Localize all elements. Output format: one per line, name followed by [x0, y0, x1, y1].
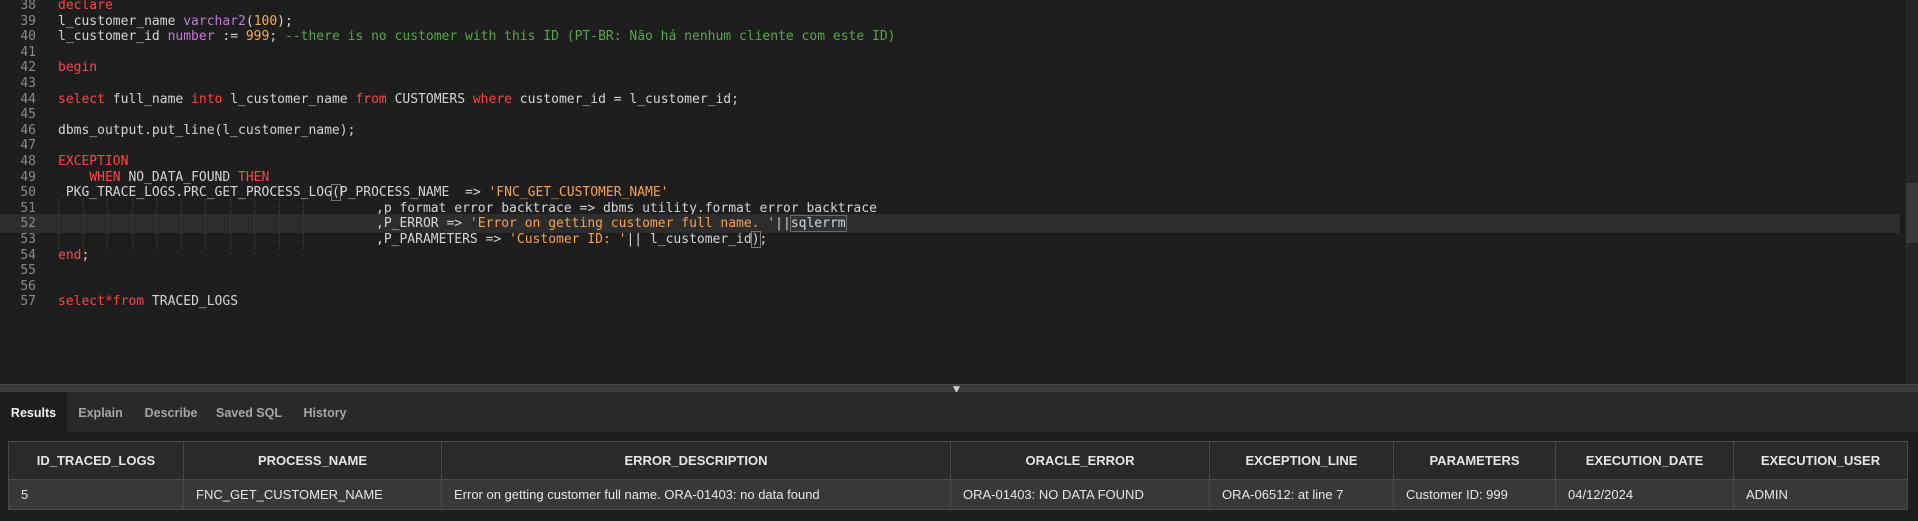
code-token: select — [58, 294, 105, 310]
code-token: * — [104, 294, 113, 310]
code-text: select*from TRACED_LOGS — [58, 292, 238, 311]
editor-scrollbar-thumb[interactable] — [1906, 183, 1918, 243]
code-editor[interactable]: 38 declare 39 l_customer_name varchar2(100)… — [0, 0, 1918, 384]
column-header[interactable]: PROCESS_NAME — [183, 441, 442, 480]
tab-saved-sql[interactable]: Saved SQL — [208, 392, 290, 432]
column-header[interactable]: ID_TRACED_LOGS — [8, 441, 184, 480]
table-cell[interactable]: FNC_GET_CUSTOMER_NAME — [183, 479, 442, 510]
code-line-57[interactable]: 57 select*from TRACED_LOGS — [0, 292, 1900, 311]
results-grid: ID_TRACED_LOGS PROCESS_NAME ERROR_DESCRI… — [8, 441, 1908, 510]
code-token: TRACED_LOGS — [144, 294, 239, 310]
tab-describe[interactable]: Describe — [134, 392, 208, 432]
results-panel: ID_TRACED_LOGS PROCESS_NAME ERROR_DESCRI… — [0, 432, 1918, 521]
table-cell[interactable]: ORA-01403: NO DATA FOUND — [950, 479, 1210, 510]
column-header[interactable]: EXCEPTION_LINE — [1209, 441, 1394, 480]
tab-results[interactable]: Results — [0, 392, 67, 432]
table-row[interactable]: 5 FNC_GET_CUSTOMER_NAME Error on getting… — [8, 479, 1908, 510]
code-token: from — [112, 294, 145, 310]
column-header[interactable]: EXECUTION_DATE — [1555, 441, 1734, 480]
column-header[interactable]: ORACLE_ERROR — [950, 441, 1210, 480]
column-header[interactable]: ERROR_DESCRIPTION — [441, 441, 951, 480]
table-cell[interactable]: ORA-06512: at line 7 — [1209, 479, 1394, 510]
tab-history[interactable]: History — [290, 392, 360, 432]
table-cell[interactable]: ADMIN — [1733, 479, 1908, 510]
line-number: 57 — [20, 294, 36, 310]
column-header[interactable]: EXECUTION_USER — [1733, 441, 1908, 480]
tab-explain[interactable]: Explain — [67, 392, 134, 432]
results-tab-bar: Results Explain Describe Saved SQL Histo… — [0, 392, 1918, 432]
table-cell[interactable]: 04/12/2024 — [1555, 479, 1734, 510]
column-header[interactable]: PARAMETERS — [1393, 441, 1556, 480]
table-cell[interactable]: Customer ID: 999 — [1393, 479, 1556, 510]
table-cell[interactable]: 5 — [8, 479, 184, 510]
table-cell[interactable]: Error on getting customer full name. ORA… — [441, 479, 951, 510]
results-header-row: ID_TRACED_LOGS PROCESS_NAME ERROR_DESCRI… — [8, 441, 1908, 480]
